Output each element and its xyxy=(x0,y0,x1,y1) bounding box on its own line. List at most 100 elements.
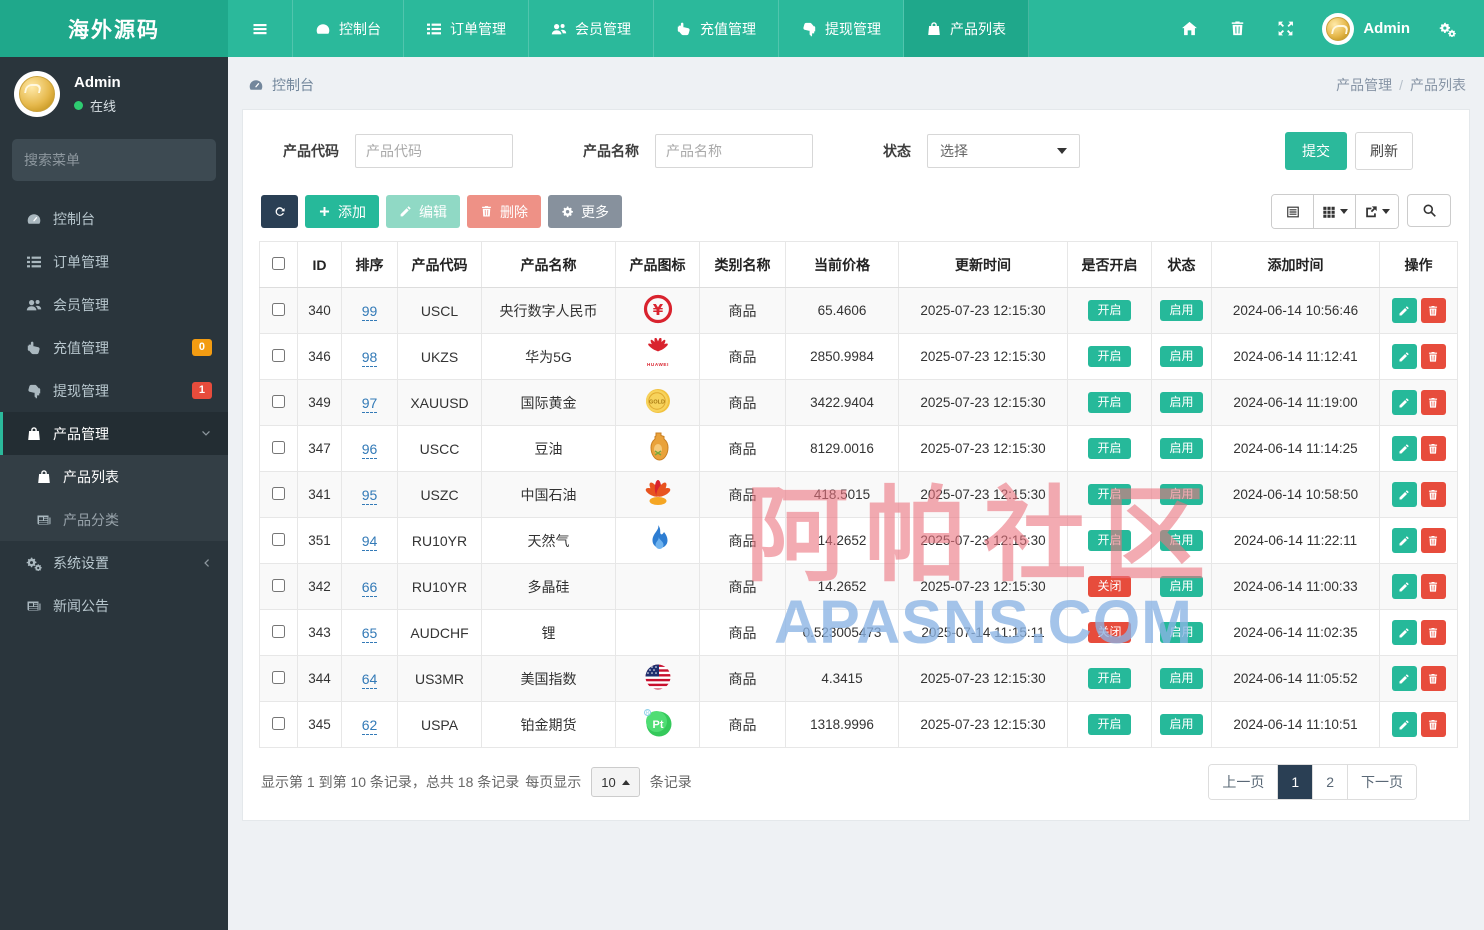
table-row: 345 62 USPA 铂金期货 Pt R 商品 1318.9996 2025-07-23 12… xyxy=(259,701,1458,748)
cell-code: AUDCHF xyxy=(397,609,482,656)
export-button[interactable] xyxy=(1356,195,1398,228)
add-button[interactable]: 添加 xyxy=(305,195,379,228)
sort-link[interactable]: 65 xyxy=(361,624,378,643)
row-delete-button[interactable] xyxy=(1420,390,1446,415)
row-edit-button[interactable] xyxy=(1391,482,1417,507)
nav-item-控制台[interactable]: 控制台 xyxy=(293,0,404,57)
hand-down-icon xyxy=(801,21,817,37)
hand-up-icon xyxy=(26,340,42,356)
row-checkbox[interactable] xyxy=(272,348,285,362)
sort-link[interactable]: 98 xyxy=(361,348,378,367)
sidebar-search-input[interactable] xyxy=(24,152,205,168)
nav-item-会员管理[interactable]: 会员管理 xyxy=(529,0,654,57)
expand-icon[interactable] xyxy=(1266,10,1304,48)
cell-name: 锂 xyxy=(481,609,616,656)
navbar-user-menu[interactable]: Admin xyxy=(1314,12,1418,45)
product-icon-none xyxy=(615,609,700,656)
sidebar-item-系统设置[interactable]: 系统设置 xyxy=(0,541,228,584)
row-checkbox[interactable] xyxy=(272,578,285,592)
page-button-2[interactable]: 2 xyxy=(1313,765,1348,799)
cell-price: 8129.0016 xyxy=(785,425,899,472)
row-delete-button[interactable] xyxy=(1420,528,1446,553)
filter-label-status: 状态 xyxy=(883,143,911,159)
sort-link[interactable]: 94 xyxy=(361,532,378,551)
page-button-下一页[interactable]: 下一页 xyxy=(1348,765,1416,799)
row-checkbox[interactable] xyxy=(272,302,285,316)
submit-button[interactable]: 提交 xyxy=(1285,132,1347,170)
row-edit-button[interactable] xyxy=(1391,298,1417,323)
sort-link[interactable]: 64 xyxy=(361,670,378,689)
row-checkbox[interactable] xyxy=(272,394,285,408)
nav-item-订单管理[interactable]: 订单管理 xyxy=(404,0,529,57)
sidebar-item-会员管理[interactable]: 会员管理 xyxy=(0,283,228,326)
row-checkbox[interactable] xyxy=(272,486,285,500)
row-edit-button[interactable] xyxy=(1391,574,1417,599)
delete-button[interactable]: 删除 xyxy=(467,195,541,228)
sidebar-item-订单管理[interactable]: 订单管理 xyxy=(0,240,228,283)
sidebar-item-控制台[interactable]: 控制台 xyxy=(0,197,228,240)
sort-link[interactable]: 95 xyxy=(361,486,378,505)
edit-button[interactable]: 编辑 xyxy=(386,195,460,228)
sort-link[interactable]: 99 xyxy=(361,302,378,321)
count-badge: 1 xyxy=(191,381,212,400)
row-delete-button[interactable] xyxy=(1420,666,1446,691)
sort-link[interactable]: 66 xyxy=(361,578,378,597)
product-icon-huawei: HUAWEI xyxy=(615,333,700,380)
row-edit-button[interactable] xyxy=(1391,666,1417,691)
table-search-button[interactable] xyxy=(1407,194,1451,227)
sidebar-subitem-产品列表[interactable]: 产品列表 xyxy=(0,455,228,498)
cell-category: 商品 xyxy=(699,517,786,564)
list-icon xyxy=(426,21,442,37)
product-name-input[interactable] xyxy=(655,134,813,168)
sort-link[interactable]: 62 xyxy=(361,716,378,735)
row-delete-button[interactable] xyxy=(1420,344,1446,369)
sidebar-toggle-button[interactable] xyxy=(228,0,293,57)
sort-link[interactable]: 97 xyxy=(361,394,378,413)
product-icon-soybean-oil xyxy=(615,425,700,472)
row-delete-button[interactable] xyxy=(1420,436,1446,461)
status-select[interactable]: 选择 xyxy=(927,134,1080,168)
page-button-上一页[interactable]: 上一页 xyxy=(1209,765,1279,799)
row-delete-button[interactable] xyxy=(1420,298,1446,323)
refresh-button[interactable]: 刷新 xyxy=(1355,132,1413,170)
nav-item-产品列表[interactable]: 产品列表 xyxy=(904,0,1029,57)
avatar xyxy=(1322,12,1355,45)
row-edit-button[interactable] xyxy=(1391,528,1417,553)
row-checkbox[interactable] xyxy=(272,624,285,638)
row-edit-button[interactable] xyxy=(1391,390,1417,415)
row-checkbox[interactable] xyxy=(272,716,285,730)
reload-button[interactable] xyxy=(261,195,298,228)
list-view-button[interactable] xyxy=(1272,195,1314,228)
sidebar-item-提现管理[interactable]: 提现管理 1 xyxy=(0,369,228,412)
sort-link[interactable]: 96 xyxy=(361,440,378,459)
breadcrumb-parent[interactable]: 产品管理 xyxy=(1336,77,1392,93)
row-edit-button[interactable] xyxy=(1391,344,1417,369)
row-delete-button[interactable] xyxy=(1420,620,1446,645)
row-delete-button[interactable] xyxy=(1420,482,1446,507)
sidebar-subitem-产品分类[interactable]: 产品分类 xyxy=(0,498,228,541)
nav-item-提现管理[interactable]: 提现管理 xyxy=(779,0,904,57)
cogs-icon[interactable] xyxy=(1428,10,1466,48)
trash-icon[interactable] xyxy=(1218,10,1256,48)
nav-item-充值管理[interactable]: 充值管理 xyxy=(654,0,779,57)
page-button-1[interactable]: 1 xyxy=(1278,765,1314,799)
row-delete-button[interactable] xyxy=(1420,712,1446,737)
sidebar-item-新闻公告[interactable]: 新闻公告 xyxy=(0,584,228,627)
pagination: 上一页 1 2 下一页 xyxy=(1208,764,1417,800)
row-edit-button[interactable] xyxy=(1391,436,1417,461)
sidebar-item-产品管理[interactable]: 产品管理 xyxy=(0,412,228,455)
select-all-header[interactable] xyxy=(259,241,298,288)
row-checkbox[interactable] xyxy=(272,440,285,454)
columns-button[interactable] xyxy=(1314,195,1356,228)
row-checkbox[interactable] xyxy=(272,670,285,684)
page-size-select[interactable]: 10 xyxy=(591,767,640,797)
row-checkbox[interactable] xyxy=(272,532,285,546)
sidebar-item-充值管理[interactable]: 充值管理 0 xyxy=(0,326,228,369)
home-icon[interactable] xyxy=(1170,10,1208,48)
select-all-checkbox[interactable] xyxy=(272,256,285,270)
row-delete-button[interactable] xyxy=(1420,574,1446,599)
product-code-input[interactable] xyxy=(355,134,513,168)
row-edit-button[interactable] xyxy=(1391,712,1417,737)
more-button[interactable]: 更多 xyxy=(548,195,622,228)
row-edit-button[interactable] xyxy=(1391,620,1417,645)
